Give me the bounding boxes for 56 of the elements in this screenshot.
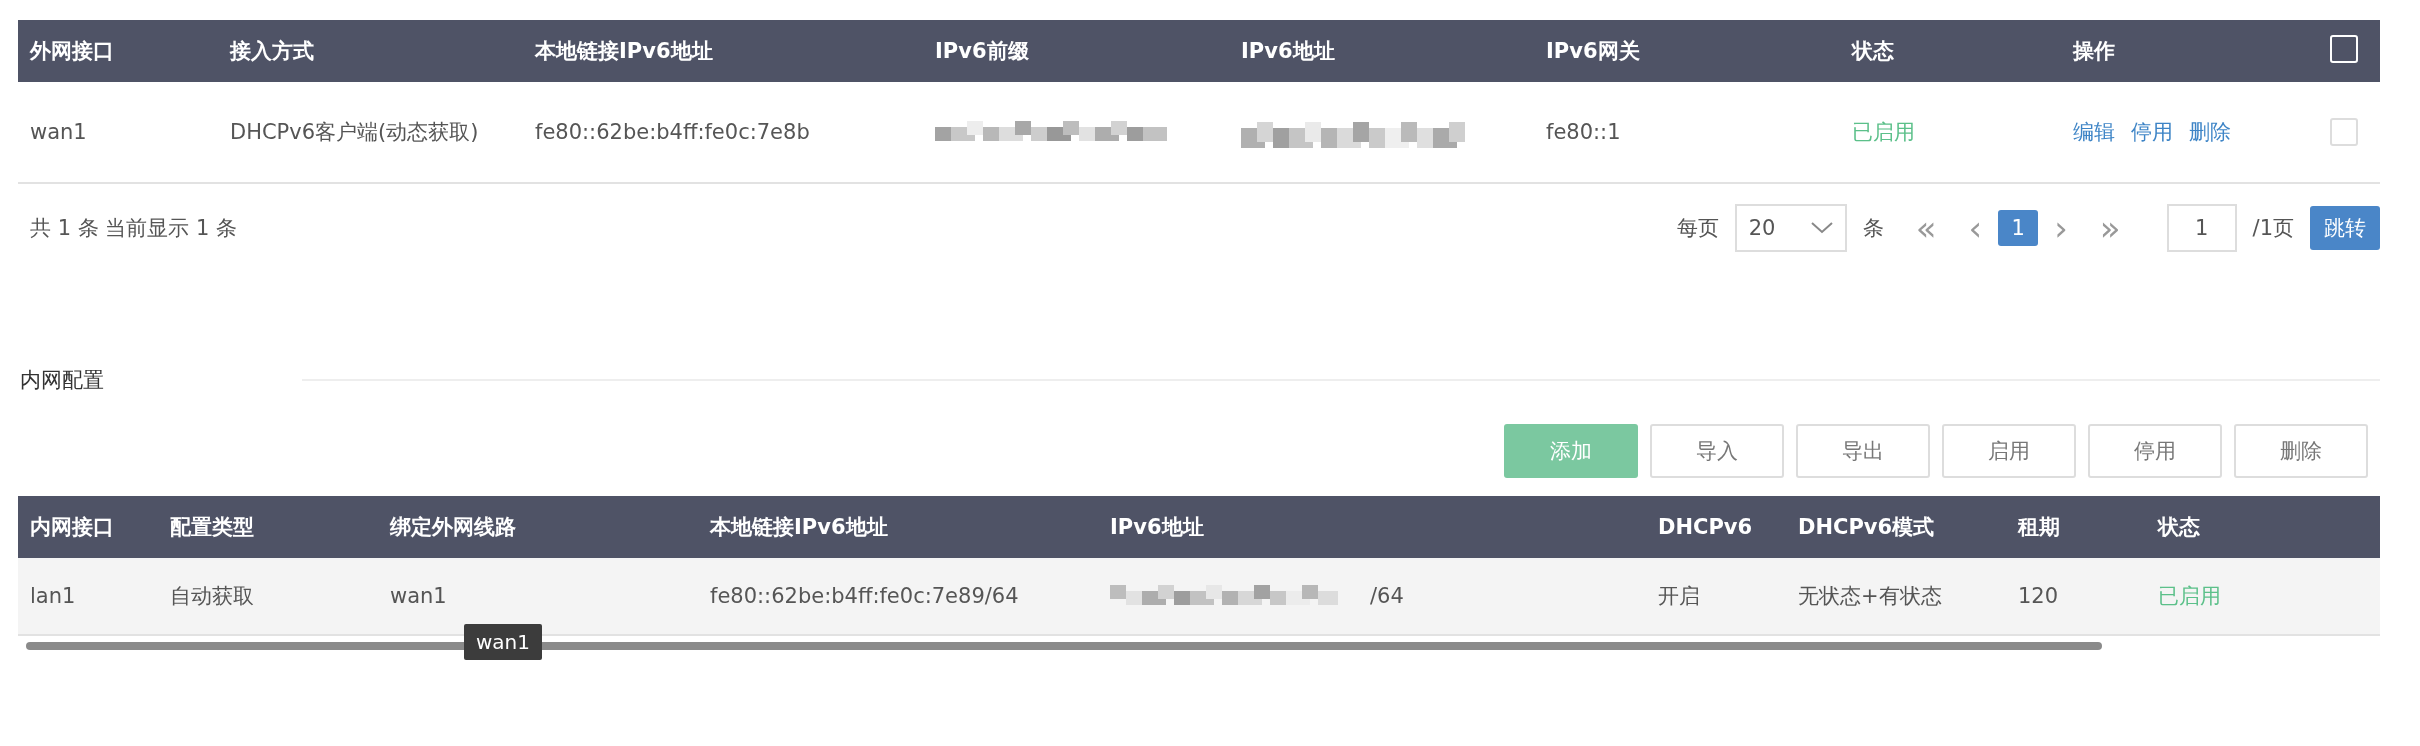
column-header: 状态 (1850, 38, 1895, 65)
toolbar-button[interactable]: 导出 (1796, 424, 1930, 478)
table-cell-text: 开启 (1657, 583, 1701, 610)
table-cell-text: 自动获取 (169, 583, 255, 610)
column-header: IPv6地址 (1109, 514, 1205, 541)
column-header: 内网接口 (29, 514, 115, 541)
table-cell-text: wan1 (29, 120, 88, 144)
per-page-label: 每页 (1676, 215, 1719, 242)
per-page-unit: 条 (1862, 215, 1884, 242)
toolbar-button[interactable]: 启用 (1942, 424, 2076, 478)
action-link[interactable]: 删除 (2189, 118, 2231, 146)
column-header: 接入方式 (228, 38, 315, 65)
toolbar-button[interactable]: 停用 (2088, 424, 2222, 478)
action-link[interactable]: 停用 (2131, 118, 2173, 146)
table-cell-text: fe80::62be:b4ff:fe0c:7e8b (534, 120, 811, 144)
table-cell-text: lan1 (29, 584, 77, 608)
record-summary: 共 1 条 当前显示 1 条 (29, 215, 238, 242)
column-header: 本地链接IPv6地址 (708, 514, 889, 541)
column-header: 外网接口 (28, 38, 115, 65)
column-header: 状态 (2156, 514, 2201, 541)
table-cell-text: wan1 (389, 584, 448, 608)
status-text: 已启用 (2157, 583, 2222, 610)
next-page-button[interactable]: › (2042, 211, 2080, 245)
table-cell-text: 120 (2017, 584, 2060, 608)
jump-button[interactable]: 跳转 (2310, 206, 2380, 250)
page-total: /1页 (2252, 215, 2294, 242)
toolbar-button[interactable]: 删除 (2234, 424, 2368, 478)
column-header: IPv6前缀 (934, 38, 1030, 65)
page-input-field[interactable]: 1 (2166, 204, 2237, 252)
section-title: 内网配置 (19, 367, 105, 394)
table-cell: /64 (1370, 584, 1404, 608)
table-cell-text: 无状态+有状态 (1797, 583, 1943, 610)
status-text: 已启用 (1851, 119, 1916, 146)
chevron-down-icon (1810, 222, 1833, 234)
column-header: IPv6网关 (1545, 38, 1641, 65)
first-page-button[interactable]: « (1903, 211, 1949, 245)
column-header: DHCPv6 (1657, 515, 1754, 539)
row-checkbox[interactable] (2330, 118, 2358, 146)
last-page-button[interactable]: » (2087, 211, 2133, 245)
column-header: DHCPv6模式 (1797, 514, 1936, 541)
page-button[interactable]: 1 (1998, 210, 2039, 246)
per-page-select[interactable]: 20 (1734, 204, 1847, 252)
toolbar-button[interactable]: 导入 (1650, 424, 1784, 478)
tooltip: wan1 (464, 624, 542, 660)
table-cell-text: DHCPv6客户端(动态获取) (229, 119, 480, 146)
column-header: IPv6地址 (1240, 38, 1336, 65)
column-header: 操作 (2071, 38, 2116, 65)
column-header: 租期 (2016, 514, 2061, 541)
table-cell-text: fe80::1 (1545, 120, 1622, 144)
select-all-checkbox[interactable] (2330, 34, 2358, 63)
column-header: 本地链接IPv6地址 (533, 38, 714, 65)
column-header: 绑定外网线路 (388, 514, 517, 541)
action-link[interactable]: 编辑 (2073, 118, 2115, 146)
table-cell-text: fe80::62be:b4ff:fe0c:7e89/64 (709, 584, 1020, 608)
column-header: 配置类型 (169, 514, 255, 541)
previous-page-button[interactable]: ‹ (1956, 211, 1995, 245)
